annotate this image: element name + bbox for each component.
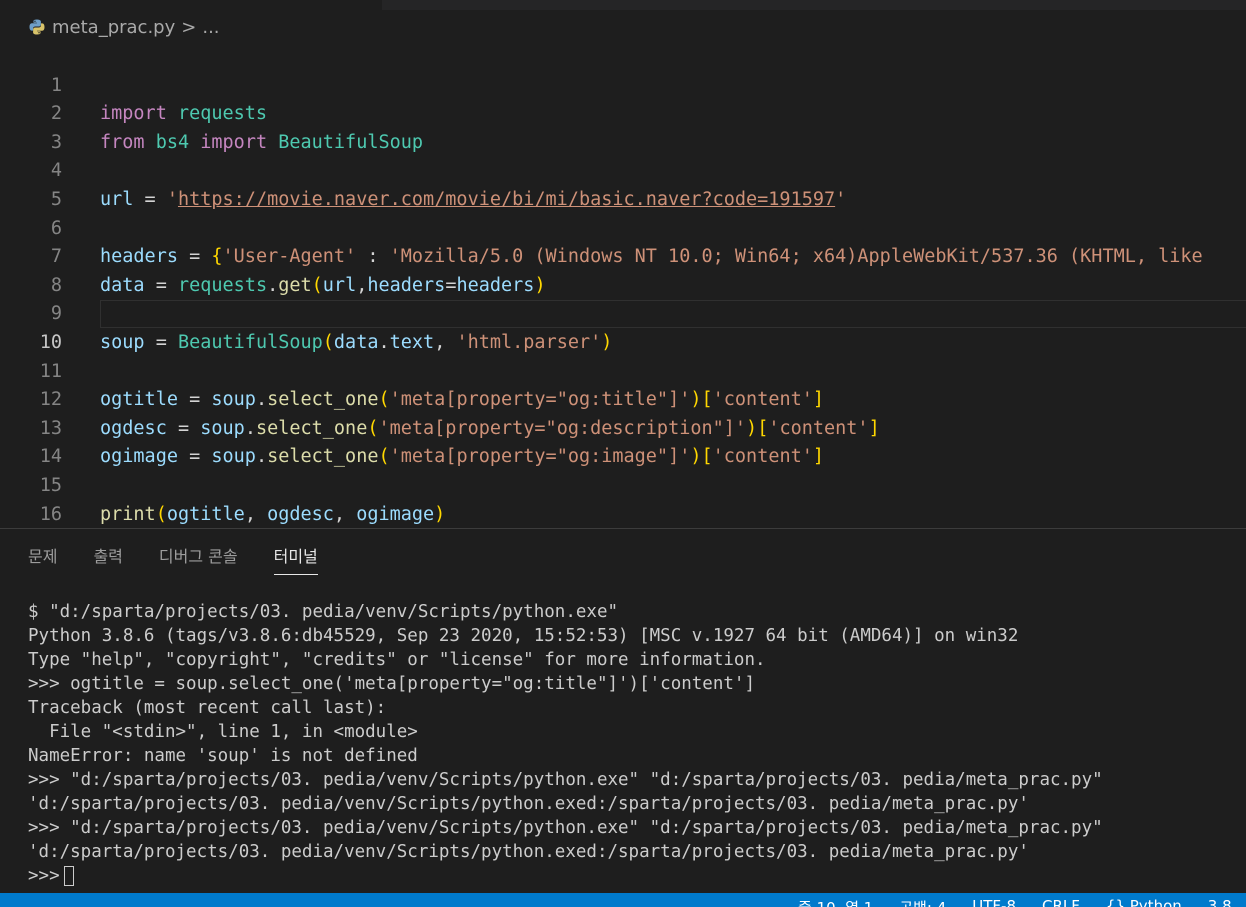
code-line[interactable]: 5 xyxy=(0,157,1246,210)
status-eol[interactable]: CRLF xyxy=(1042,897,1080,907)
terminal-line: File "<stdin>", line 1, in <module> xyxy=(28,722,418,742)
code-line[interactable]: 12 ogdesc = soup.select_one('meta[proper… xyxy=(0,358,1246,439)
breadcrumb-file-name[interactable]: meta_prac.py xyxy=(52,17,175,38)
breadcrumb-chevron-icon: > xyxy=(181,16,197,38)
status-language[interactable]: {} Python xyxy=(1106,897,1182,907)
code-line[interactable]: 1 import requests xyxy=(0,43,1246,125)
status-python-version[interactable]: 3.8 xyxy=(1208,897,1232,907)
code-text: print(ogtitle, ogdesc, ogimage) xyxy=(100,503,446,525)
code-editor[interactable]: 1 import requests 2 from bs4 import Beau… xyxy=(0,43,1246,528)
code-line[interactable]: 4 url = 'https://movie.naver.com/movie/b… xyxy=(0,129,1246,210)
terminal-line: >>> "d:/sparta/projects/03. pedia/venv/S… xyxy=(28,770,1103,790)
status-indentation[interactable]: 공백: 4 xyxy=(899,897,946,907)
active-editor-tab[interactable] xyxy=(0,0,382,10)
current-line-highlight xyxy=(100,300,1246,329)
code-line-current[interactable]: 10 xyxy=(0,300,1246,353)
code-line[interactable]: 11 ogtitle = soup.select_one('meta[prope… xyxy=(0,329,1246,411)
line-number: 16 xyxy=(39,503,62,525)
code-line[interactable]: 3 xyxy=(0,100,1246,153)
code-line[interactable]: 9 soup = BeautifulSoup(data.text, 'html.… xyxy=(0,272,1246,353)
terminal-cursor xyxy=(63,866,74,886)
terminal-line: 'd:/sparta/projects/03. pedia/venv/Scrip… xyxy=(28,794,1029,814)
breadcrumb-symbols[interactable]: ... xyxy=(202,17,219,38)
code-line[interactable]: 8 xyxy=(0,243,1246,296)
code-line[interactable]: 6 headers = {'User-Agent' : 'Mozilla/5.0… xyxy=(0,186,1246,268)
vscode-window: meta_prac.py > ... 1 import requests 2 f… xyxy=(0,0,1246,907)
terminal-line: 'd:/sparta/projects/03. pedia/venv/Scrip… xyxy=(28,842,1029,862)
terminal-prompt-line[interactable]: >>> xyxy=(28,864,1246,888)
terminal-line: NameError: name 'soup' is not defined xyxy=(28,746,418,766)
tab-terminal[interactable]: 터미널 xyxy=(273,543,318,575)
tab-debug-console[interactable]: 디버그 콘솔 xyxy=(159,543,238,575)
terminal-line: Type "help", "copyright", "credits" or "… xyxy=(28,650,766,670)
code-line[interactable]: 16 xyxy=(0,472,1246,525)
terminal-line: $ "d:/sparta/projects/03. pedia/venv/Scr… xyxy=(28,602,619,622)
code-line[interactable]: 13 ogimage = soup.select_one('meta[prope… xyxy=(0,386,1246,468)
status-bar: 줄 10, 열 1 공백: 4 UTF-8 CRLF {} Python 3.8 xyxy=(0,893,1246,907)
status-cursor-position[interactable]: 줄 10, 열 1 xyxy=(798,897,873,907)
panel-divider[interactable] xyxy=(0,528,1246,529)
terminal-output[interactable]: $ "d:/sparta/projects/03. pedia/venv/Scr… xyxy=(28,600,1246,888)
python-file-icon xyxy=(29,19,45,35)
code-line[interactable]: 14 xyxy=(0,415,1246,467)
code-line[interactable]: 2 from bs4 import BeautifulSoup xyxy=(0,72,1246,153)
terminal-line: Python 3.8.6 (tags/v3.8.6:db45529, Sep 2… xyxy=(28,626,1019,646)
panel-tabs: 문제 출력 디버그 콘솔 터미널 xyxy=(28,543,318,575)
tab-strip xyxy=(0,0,1246,10)
tab-output[interactable]: 출력 xyxy=(93,543,122,575)
terminal-line: >>> "d:/sparta/projects/03. pedia/venv/S… xyxy=(28,818,1103,838)
terminal-line: Traceback (most recent call last): xyxy=(28,698,387,718)
status-encoding[interactable]: UTF-8 xyxy=(972,897,1016,907)
terminal-line: >>> ogtitle = soup.select_one('meta[prop… xyxy=(28,674,755,694)
terminal-prompt: >>> xyxy=(28,866,60,886)
code-line[interactable]: 7 data = requests.get(url,headers=header… xyxy=(0,215,1246,296)
breadcrumb: meta_prac.py > ... xyxy=(28,14,220,40)
tab-problems[interactable]: 문제 xyxy=(28,543,57,575)
code-line[interactable]: 15 print(ogtitle, ogdesc, ogimage) xyxy=(0,443,1246,525)
